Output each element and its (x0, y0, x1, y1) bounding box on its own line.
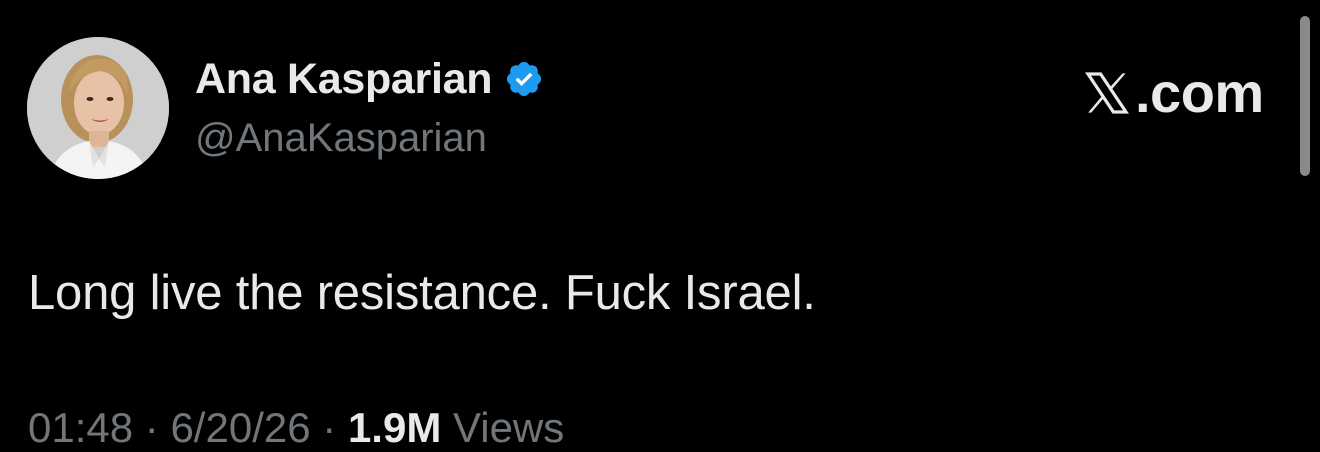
brand-watermark: .com (1082, 60, 1264, 125)
verified-badge-icon (507, 61, 542, 97)
meta-separator: · (144, 404, 159, 451)
tweet-meta: 01:48 · 6/20/26 · 1.9M Views (28, 404, 564, 452)
author-name-row: Ana Kasparian (195, 55, 544, 104)
avatar[interactable] (27, 37, 169, 179)
views-count: 1.9M (347, 404, 442, 451)
tweet-date[interactable]: 6/20/26 (170, 404, 310, 451)
tweet-time[interactable]: 01:48 (28, 404, 133, 451)
tweet-text: Long live the resistance. Fuck Israel. (28, 266, 816, 320)
x-logo-icon (1085, 71, 1129, 114)
tweet-card: Ana Kasparian @AnaKasparian .com Long li… (0, 0, 1320, 451)
author-display-name[interactable]: Ana Kasparian (195, 55, 493, 104)
avatar-image (27, 37, 169, 179)
views-label: Views (452, 404, 565, 451)
author-handle[interactable]: @AnaKasparian (195, 116, 487, 161)
brand-domain-text: .com (1135, 61, 1264, 124)
meta-separator: · (322, 404, 337, 451)
scrollbar[interactable] (1300, 16, 1310, 176)
